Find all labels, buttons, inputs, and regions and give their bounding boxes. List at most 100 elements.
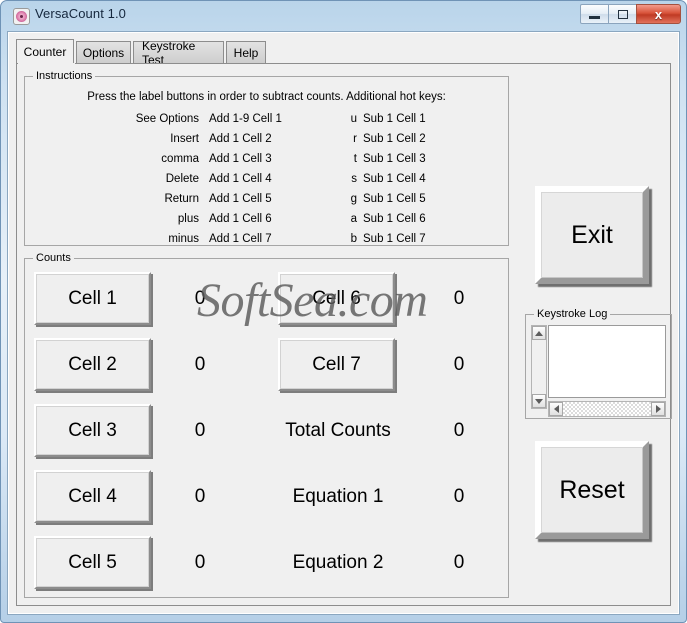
chevron-down-icon bbox=[535, 398, 543, 404]
cell-6-value: 0 bbox=[453, 288, 465, 309]
instructions-group-title: Instructions bbox=[33, 70, 96, 82]
instruction-key: See Options bbox=[135, 113, 199, 125]
instruction-row: Insert Add 1 Cell 2 r Sub 1 Cell 2 bbox=[25, 133, 508, 150]
instruction-sub: Sub 1 Cell 2 bbox=[363, 133, 426, 145]
scroll-right-button[interactable] bbox=[651, 402, 665, 416]
instruction-row: Delete Add 1 Cell 4 s Sub 1 Cell 4 bbox=[25, 173, 508, 190]
cell-2-label: Cell 2 bbox=[68, 353, 117, 375]
keystroke-log-group-title: Keystroke Log bbox=[534, 308, 611, 320]
instruction-hotkey: s bbox=[351, 173, 357, 185]
cell-5-label: Cell 5 bbox=[68, 551, 117, 573]
tab-counter[interactable]: Counter bbox=[16, 39, 74, 63]
instruction-sub: Sub 1 Cell 4 bbox=[363, 173, 426, 185]
cell-4-value: 0 bbox=[194, 486, 206, 507]
cell-2-value: 0 bbox=[194, 354, 206, 375]
instruction-add: Add 1 Cell 7 bbox=[209, 233, 272, 245]
instruction-sub: Sub 1 Cell 6 bbox=[363, 213, 426, 225]
instruction-key: plus bbox=[177, 213, 199, 225]
instruction-add: Add 1-9 Cell 1 bbox=[209, 113, 282, 125]
cell-7-value: 0 bbox=[453, 354, 465, 375]
total-counts-value: 0 bbox=[453, 420, 465, 441]
cell-1-button[interactable]: Cell 1 bbox=[34, 272, 151, 325]
window-controls: x bbox=[580, 4, 681, 25]
tab-help-label: Help bbox=[233, 45, 259, 60]
instruction-row: Return Add 1 Cell 5 g Sub 1 Cell 5 bbox=[25, 193, 508, 210]
cell-2-button[interactable]: Cell 2 bbox=[34, 338, 151, 391]
instruction-sub: Sub 1 Cell 3 bbox=[363, 153, 426, 165]
instructions-headline: Press the label buttons in order to subt… bbox=[87, 91, 446, 103]
instruction-add: Add 1 Cell 3 bbox=[209, 153, 272, 165]
instruction-hotkey: a bbox=[350, 213, 357, 225]
scroll-left-button[interactable] bbox=[549, 402, 563, 416]
log-horizontal-scrollbar[interactable] bbox=[548, 401, 666, 417]
window-title: VersaCount 1.0 bbox=[35, 6, 127, 21]
maximize-icon bbox=[617, 9, 628, 19]
cell-3-label: Cell 3 bbox=[68, 419, 117, 441]
instruction-key: Return bbox=[164, 193, 199, 205]
tab-keystroke-test[interactable]: Keystroke Test bbox=[133, 39, 224, 67]
tab-options-label: Options bbox=[82, 45, 125, 60]
cell-4-button[interactable]: Cell 4 bbox=[34, 470, 151, 523]
equation-2-label: Equation 2 bbox=[292, 552, 384, 573]
cell-7-label: Cell 7 bbox=[312, 353, 361, 375]
chevron-right-icon bbox=[655, 405, 661, 413]
instruction-row: minus Add 1 Cell 7 b Sub 1 Cell 7 bbox=[25, 233, 508, 250]
chevron-left-icon bbox=[553, 405, 559, 413]
instruction-hotkey: u bbox=[350, 113, 357, 125]
exit-button[interactable]: Exit bbox=[535, 186, 649, 284]
maximize-button[interactable] bbox=[608, 4, 637, 24]
instruction-row: See Options Add 1-9 Cell 1 u Sub 1 Cell … bbox=[25, 113, 508, 130]
cell-3-value: 0 bbox=[194, 420, 206, 441]
instruction-hotkey: t bbox=[353, 153, 357, 165]
cell-5-value: 0 bbox=[194, 552, 206, 573]
instructions-group: Instructions Press the label buttons in … bbox=[24, 70, 509, 246]
instruction-add: Add 1 Cell 4 bbox=[209, 173, 272, 185]
tab-options[interactable]: Options bbox=[76, 41, 131, 63]
instruction-row: plus Add 1 Cell 6 a Sub 1 Cell 6 bbox=[25, 213, 508, 230]
cell-3-button[interactable]: Cell 3 bbox=[34, 404, 151, 457]
reset-button[interactable]: Reset bbox=[535, 441, 649, 539]
instruction-row: comma Add 1 Cell 3 t Sub 1 Cell 3 bbox=[25, 153, 508, 170]
instruction-sub: Sub 1 Cell 7 bbox=[363, 233, 426, 245]
keystroke-log-group: Keystroke Log bbox=[525, 308, 672, 419]
instruction-add: Add 1 Cell 6 bbox=[209, 213, 272, 225]
app-disc-icon bbox=[13, 8, 30, 25]
exit-button-label: Exit bbox=[571, 220, 613, 249]
cell-5-button[interactable]: Cell 5 bbox=[34, 536, 151, 589]
keystroke-log-content bbox=[549, 326, 665, 330]
instruction-add: Add 1 Cell 5 bbox=[209, 193, 272, 205]
chevron-up-icon bbox=[535, 330, 543, 336]
tab-help[interactable]: Help bbox=[226, 41, 266, 63]
equation-1-value: 0 bbox=[453, 486, 465, 507]
tab-strip: Counter Options Keystroke Test Help bbox=[16, 39, 671, 67]
instruction-key: minus bbox=[168, 233, 199, 245]
tab-panel-counter: Instructions Press the label buttons in … bbox=[16, 63, 672, 606]
tab-counter-label: Counter bbox=[23, 44, 67, 59]
instruction-hotkey: r bbox=[353, 133, 357, 145]
instruction-hotkey: b bbox=[350, 233, 357, 245]
close-icon: x bbox=[654, 6, 663, 22]
instruction-sub: Sub 1 Cell 1 bbox=[363, 113, 426, 125]
equation-1-label: Equation 1 bbox=[292, 486, 384, 507]
instruction-key: Delete bbox=[165, 173, 199, 185]
instruction-hotkey: g bbox=[350, 193, 357, 205]
cell-6-button[interactable]: Cell 6 bbox=[278, 272, 395, 325]
counts-group: Counts Cell 1 Cell 2 Cell 3 Cell 4 Cell … bbox=[24, 252, 509, 598]
instruction-add: Add 1 Cell 2 bbox=[209, 133, 272, 145]
application-window: VersaCount 1.0 x Counter Options Keystro… bbox=[0, 0, 687, 623]
cell-1-value: 0 bbox=[194, 288, 206, 309]
close-button[interactable]: x bbox=[636, 4, 681, 24]
instruction-key: Insert bbox=[170, 133, 199, 145]
cell-4-label: Cell 4 bbox=[68, 485, 117, 507]
counts-group-title: Counts bbox=[33, 252, 74, 264]
minimize-icon bbox=[589, 15, 600, 19]
instruction-sub: Sub 1 Cell 5 bbox=[363, 193, 426, 205]
cell-6-label: Cell 6 bbox=[312, 287, 361, 309]
log-vertical-scrollbar[interactable] bbox=[531, 325, 547, 409]
keystroke-log-textarea[interactable] bbox=[548, 325, 666, 398]
minimize-button[interactable] bbox=[580, 4, 609, 24]
client-area: Counter Options Keystroke Test Help Inst… bbox=[7, 31, 680, 615]
cell-7-button[interactable]: Cell 7 bbox=[278, 338, 395, 391]
scroll-up-button[interactable] bbox=[532, 326, 546, 340]
scroll-down-button[interactable] bbox=[532, 394, 546, 408]
